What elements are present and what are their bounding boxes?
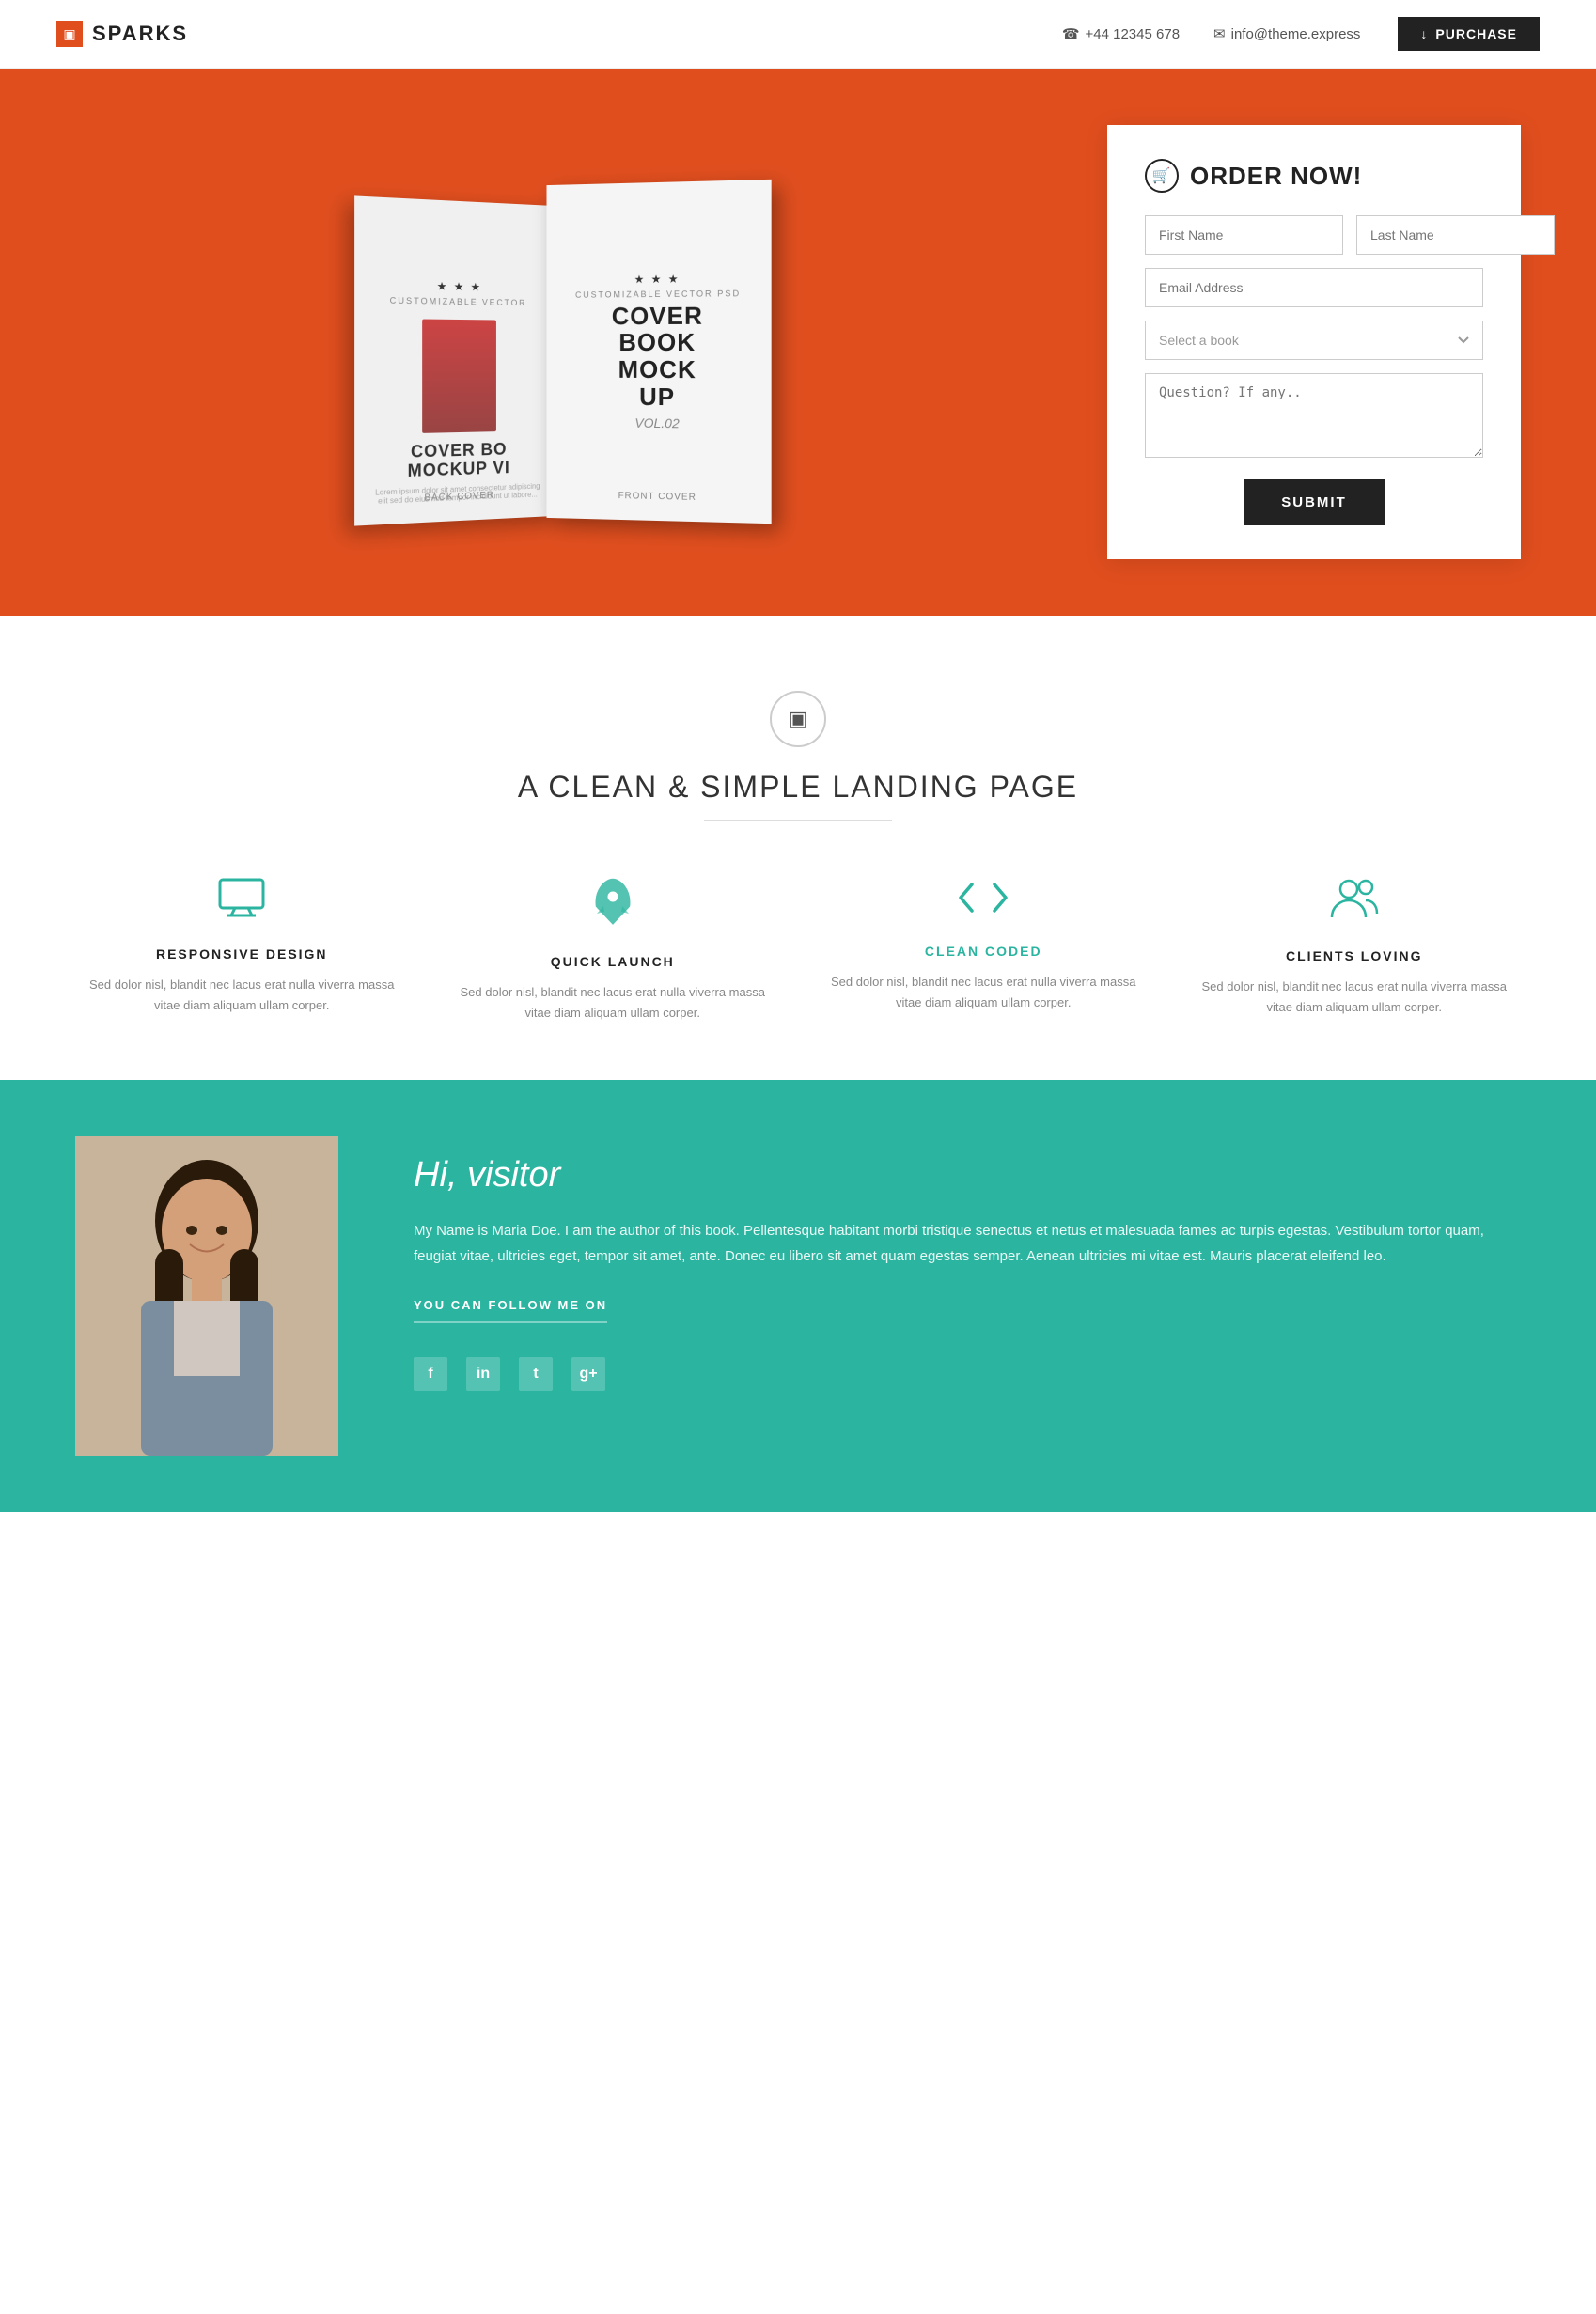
feature-title-responsive: RESPONSIVE DESIGN (156, 946, 328, 962)
stars-front: ★ ★ ★ (634, 273, 681, 287)
book-front-title: COVERBOOKMOCKUP (612, 302, 703, 410)
first-name-input[interactable] (1145, 215, 1343, 255)
purchase-button[interactable]: ↓ PURCHASE (1398, 17, 1540, 51)
feature-title-coded: CLEAN CODED (925, 944, 1042, 959)
book-back-title: COVER BOMOCKUP VI (408, 441, 510, 481)
rocket-icon (591, 878, 634, 935)
feature-desc-coded: Sed dolor nisl, blandit nec lacus erat n… (817, 972, 1150, 1013)
feature-item-launch: QUICK LAUNCH Sed dolor nisl, blandit nec… (446, 878, 780, 1024)
users-icon (1328, 878, 1381, 930)
feature-title-launch: QUICK LAUNCH (551, 954, 675, 969)
features-divider (704, 820, 892, 821)
author-section: Hi, visitor My Name is Maria Doe. I am t… (0, 1080, 1596, 1512)
facebook-icon[interactable]: f (414, 1357, 447, 1391)
hero-section: ★ ★ ★ CUSTOMIZABLE VECTOR COVER BOMOCKUP… (0, 69, 1596, 616)
last-name-input[interactable] (1356, 215, 1555, 255)
author-greeting: Hi, visitor (414, 1155, 1521, 1196)
order-form-box: 🛒 ORDER NOW! Select a book Book 1 Book 2… (1107, 125, 1521, 559)
email-icon: ✉ (1213, 25, 1226, 42)
book-back: ★ ★ ★ CUSTOMIZABLE VECTOR COVER BOMOCKUP… (354, 195, 558, 525)
googleplus-icon[interactable]: g+ (571, 1357, 605, 1391)
logo-area: ▣ SPARKS (56, 21, 188, 47)
email-input[interactable] (1145, 268, 1483, 307)
question-textarea[interactable] (1145, 373, 1483, 458)
book-front: ★ ★ ★ CUSTOMIZABLE VECTOR PSD COVERBOOKM… (547, 180, 772, 524)
stars-back: ★ ★ ★ (437, 280, 482, 294)
social-icons: f in t g+ (414, 1357, 1521, 1391)
book-back-label: CUSTOMIZABLE VECTOR (390, 296, 527, 308)
author-bio: My Name is Maria Doe. I am the author of… (414, 1218, 1521, 1269)
book-front-label: CUSTOMIZABLE VECTOR PSD (575, 289, 741, 300)
twitter-icon[interactable]: t (519, 1357, 553, 1391)
name-row (1145, 215, 1483, 255)
features-heading: A CLEAN & SIMPLE LANDING PAGE (75, 770, 1521, 805)
author-photo (75, 1136, 338, 1456)
order-form-title: 🛒 ORDER NOW! (1145, 159, 1483, 193)
header-right: ☎ +44 12345 678 ✉ info@theme.express ↓ P… (1062, 17, 1540, 51)
book-back-tag: BACK COVER (424, 490, 493, 503)
feature-desc-launch: Sed dolor nisl, blandit nec lacus erat n… (446, 982, 780, 1024)
logo-icon: ▣ (56, 21, 83, 47)
book-back-image (422, 320, 496, 433)
feature-item-clients: CLIENTS LOVING Sed dolor nisl, blandit n… (1188, 878, 1522, 1024)
features-grid: RESPONSIVE DESIGN Sed dolor nisl, blandi… (75, 878, 1521, 1024)
download-icon: ↓ (1420, 26, 1428, 41)
author-image (75, 1136, 338, 1456)
book-mockup: ★ ★ ★ CUSTOMIZABLE VECTOR COVER BOMOCKUP… (75, 164, 1051, 521)
email-address: info@theme.express (1231, 26, 1361, 42)
monitor-icon (218, 878, 265, 928)
book-select[interactable]: Select a book Book 1 Book 2 Book 3 (1145, 321, 1483, 360)
feature-item-coded: CLEAN CODED Sed dolor nisl, blandit nec … (817, 878, 1150, 1024)
features-top-icon: ▣ (770, 691, 826, 747)
logo-text: SPARKS (92, 22, 188, 46)
features-section: ▣ A CLEAN & SIMPLE LANDING PAGE RESPONSI… (0, 616, 1596, 1080)
linkedin-icon[interactable]: in (466, 1357, 500, 1391)
submit-button[interactable]: SUBMIT (1244, 479, 1385, 525)
book-front-tag: FRONT COVER (618, 491, 696, 503)
feature-item-responsive: RESPONSIVE DESIGN Sed dolor nisl, blandi… (75, 878, 409, 1024)
book-vol: VOL.02 (634, 415, 679, 431)
author-content: Hi, visitor My Name is Maria Doe. I am t… (414, 1136, 1521, 1391)
feature-title-clients: CLIENTS LOVING (1286, 948, 1422, 963)
email-contact: ✉ info@theme.express (1213, 25, 1360, 42)
phone-icon: ☎ (1062, 25, 1080, 42)
feature-desc-responsive: Sed dolor nisl, blandit nec lacus erat n… (75, 975, 409, 1016)
feature-desc-clients: Sed dolor nisl, blandit nec lacus erat n… (1188, 977, 1522, 1018)
phone-number: +44 12345 678 (1086, 26, 1181, 42)
code-icon (957, 878, 1009, 925)
header-contact: ☎ +44 12345 678 ✉ info@theme.express (1062, 25, 1361, 42)
follow-label: YOU CAN FOLLOW ME ON (414, 1298, 607, 1323)
phone-contact: ☎ +44 12345 678 (1062, 25, 1180, 42)
header: ▣ SPARKS ☎ +44 12345 678 ✉ info@theme.ex… (0, 0, 1596, 69)
cart-icon: 🛒 (1145, 159, 1179, 193)
